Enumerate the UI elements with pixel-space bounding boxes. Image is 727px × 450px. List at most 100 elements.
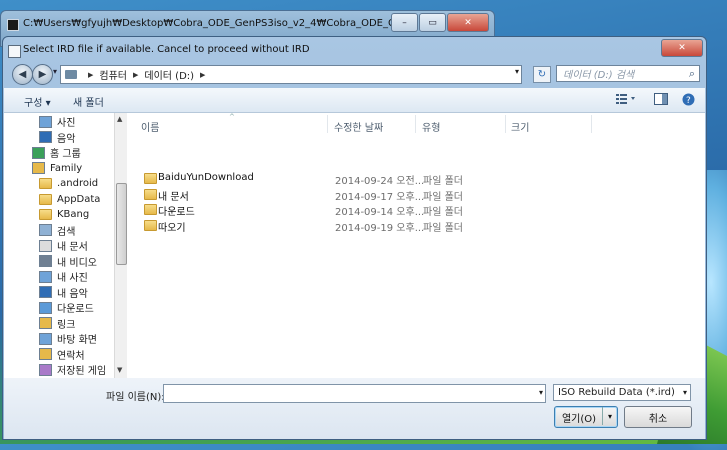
cancel-button-label: 취소 bbox=[648, 413, 668, 425]
address-dropdown-icon[interactable]: ▾ bbox=[515, 67, 519, 76]
column-header-type[interactable]: 유형 bbox=[422, 119, 440, 134]
navigation-scrollbar[interactable]: ▲ ▼ bbox=[114, 113, 127, 378]
sidebar-item[interactable]: 링크 bbox=[39, 316, 75, 331]
scroll-down-icon[interactable]: ▼ bbox=[117, 366, 122, 374]
folder-icon bbox=[144, 188, 157, 200]
search-folder-icon bbox=[39, 224, 52, 236]
console-window-title: C:₩Users₩gfyujh₩Desktop₩Cobra_ODE_GenPS3… bbox=[23, 18, 403, 29]
breadcrumb-separator[interactable]: ▶ bbox=[133, 71, 138, 79]
sidebar-item[interactable]: KBang bbox=[39, 207, 89, 222]
back-button[interactable]: ◀ bbox=[12, 64, 33, 85]
sidebar-item[interactable]: 사진 bbox=[39, 114, 75, 129]
search-icon: ⌕ bbox=[688, 67, 695, 80]
file-row[interactable]: 다운로드 2014-09-14 오후... 파일 폴더 bbox=[139, 202, 699, 218]
chevron-down-icon[interactable]: ▾ bbox=[539, 388, 543, 397]
address-row: ◀ ▶ ▾ ▶ 컴퓨터 ▶ 데이터 (D:) ▶ ▾ ↻ 데이터 (D:) 검색… bbox=[3, 61, 706, 87]
scrollbar-thumb[interactable] bbox=[116, 183, 127, 265]
sidebar-item[interactable]: 음악 bbox=[39, 130, 75, 145]
dialog-close-button[interactable]: ✕ bbox=[661, 39, 703, 57]
sidebar-item-label: 내 음악 bbox=[57, 288, 88, 300]
column-divider[interactable] bbox=[327, 115, 328, 133]
address-bar[interactable]: ▶ 컴퓨터 ▶ 데이터 (D:) ▶ ▾ bbox=[60, 65, 522, 84]
recent-locations-dropdown[interactable]: ▾ bbox=[53, 67, 57, 76]
sidebar-item-label: AppData bbox=[57, 193, 101, 205]
file-name: BaiduYunDownload bbox=[158, 172, 254, 183]
scroll-up-icon[interactable]: ▲ bbox=[117, 115, 122, 123]
contacts-icon bbox=[39, 348, 52, 360]
sidebar-item[interactable]: 연락처 bbox=[39, 347, 85, 362]
sidebar-item[interactable]: 내 사진 bbox=[39, 269, 88, 284]
saved-games-icon bbox=[39, 363, 52, 376]
file-row[interactable]: 내 문서 2014-09-17 오후... 파일 폴더 bbox=[139, 187, 699, 203]
content-area: 사진 음악 홈 그룹 Family .android AppData KBang 검색 내 문서… bbox=[4, 113, 705, 378]
column-divider[interactable] bbox=[591, 115, 592, 133]
breadcrumb-separator[interactable]: ▶ bbox=[200, 71, 205, 79]
open-options-dropdown[interactable]: ▾ bbox=[602, 407, 617, 425]
column-header-size[interactable]: 크기 bbox=[511, 119, 529, 134]
sidebar-item[interactable]: 내 음악 bbox=[39, 285, 88, 300]
sidebar-item[interactable]: 검색 bbox=[39, 223, 75, 238]
user-folder-icon bbox=[32, 162, 45, 174]
maximize-icon: ▭ bbox=[428, 17, 437, 28]
view-options-icon[interactable] bbox=[616, 93, 635, 105]
file-row[interactable]: 따오기 2014-09-19 오후... 파일 폴더 bbox=[139, 218, 699, 234]
refresh-button[interactable]: ↻ bbox=[533, 66, 551, 83]
minimize-button[interactable]: – bbox=[391, 13, 418, 32]
help-icon[interactable]: ? bbox=[682, 93, 696, 106]
sidebar-item[interactable]: Family bbox=[32, 161, 82, 176]
sidebar-item-label: 내 사진 bbox=[57, 273, 88, 284]
sort-ascending-icon: ^ bbox=[229, 113, 235, 121]
new-folder-button[interactable]: 새 폴더 bbox=[73, 94, 104, 109]
sidebar-item[interactable]: 다운로드 bbox=[39, 300, 94, 315]
sidebar-item[interactable]: 내 문서 bbox=[39, 238, 88, 253]
file-date: 2014-09-19 오후... bbox=[335, 222, 425, 234]
sidebar-item[interactable]: 내 비디오 bbox=[39, 254, 97, 269]
sidebar-item-label: KBang bbox=[57, 209, 90, 220]
column-divider[interactable] bbox=[505, 115, 506, 133]
sidebar-item-label: 사진 bbox=[57, 118, 76, 129]
folder-icon bbox=[144, 219, 157, 231]
filename-label: 파일 이름(N): bbox=[106, 392, 165, 403]
console-window-controls: – ▭ ✕ bbox=[391, 13, 489, 32]
sidebar-item[interactable]: .android bbox=[39, 176, 98, 191]
sidebar-item-label: 바탕 화면 bbox=[57, 335, 97, 346]
organize-button[interactable]: 구성 ▾ bbox=[24, 94, 51, 109]
column-divider[interactable] bbox=[415, 115, 416, 133]
forward-button[interactable]: ▶ bbox=[32, 64, 53, 85]
sidebar-item-label: 내 문서 bbox=[57, 242, 88, 253]
search-input[interactable]: 데이터 (D:) 검색 ⌕ bbox=[556, 65, 700, 82]
chevron-down-icon: ▾ bbox=[682, 388, 687, 397]
file-date: 2014-09-24 오전... bbox=[335, 176, 425, 187]
open-button[interactable]: 열기(O) ▾ bbox=[554, 406, 618, 428]
file-type: 파일 폴더 bbox=[423, 222, 463, 234]
computer-icon bbox=[65, 70, 77, 79]
file-row[interactable]: BaiduYunDownload 2014-09-24 오전... 파일 폴더 bbox=[139, 171, 699, 187]
folder-icon bbox=[144, 204, 157, 215]
file-name: 내 문서 bbox=[158, 191, 189, 203]
links-icon bbox=[39, 317, 52, 329]
svg-text:?: ? bbox=[686, 96, 691, 106]
sidebar-item-label: 저장된 게임 bbox=[57, 366, 107, 377]
column-header-date[interactable]: 수정한 날짜 bbox=[334, 119, 383, 134]
breadcrumb-computer[interactable]: 컴퓨터 bbox=[99, 67, 127, 82]
file-name: 따오기 bbox=[158, 222, 186, 234]
maximize-button[interactable]: ▭ bbox=[419, 13, 446, 32]
cancel-button[interactable]: 취소 bbox=[624, 406, 692, 428]
column-header-name[interactable]: 이름 bbox=[141, 119, 159, 134]
sidebar-item[interactable]: 홈 그룹 bbox=[32, 145, 81, 160]
music-icon bbox=[39, 286, 52, 298]
sidebar-item[interactable]: 저장된 게임 bbox=[39, 362, 106, 377]
search-placeholder: 데이터 (D:) 검색 bbox=[563, 70, 635, 81]
sidebar-item[interactable]: AppData bbox=[39, 192, 100, 207]
breadcrumb-drive[interactable]: 데이터 (D:) bbox=[144, 67, 194, 82]
console-close-button[interactable]: ✕ bbox=[447, 13, 489, 32]
filetype-select[interactable]: ISO Rebuild Data (*.ird) ▾ bbox=[553, 384, 691, 401]
file-date: 2014-09-17 오후... bbox=[335, 191, 425, 203]
file-type: 파일 폴더 bbox=[423, 191, 463, 203]
breadcrumb-separator[interactable]: ▶ bbox=[88, 71, 93, 79]
dialog-app-icon bbox=[8, 45, 21, 58]
preview-pane-icon[interactable] bbox=[654, 93, 668, 105]
filename-input[interactable]: ▾ bbox=[163, 384, 546, 403]
sidebar-item[interactable]: 바탕 화면 bbox=[39, 331, 97, 346]
sidebar-item-label: 연락처 bbox=[57, 350, 85, 362]
